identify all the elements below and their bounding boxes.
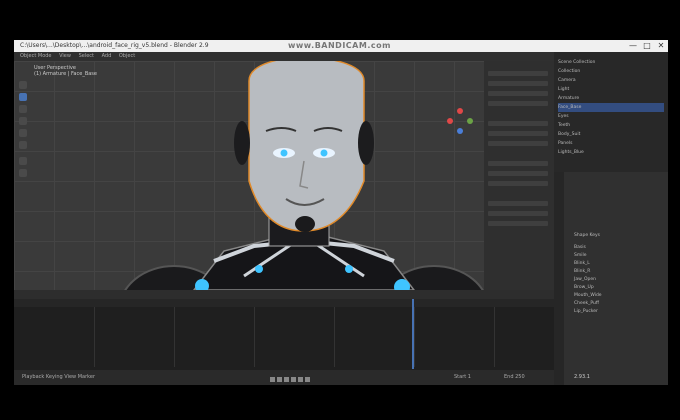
- menu-object[interactable]: Object: [119, 52, 135, 61]
- sidebar-field[interactable]: [488, 101, 548, 106]
- outliner-item[interactable]: Camera: [558, 76, 664, 85]
- start-frame[interactable]: Start 1: [454, 370, 471, 385]
- sidebar-field[interactable]: [488, 91, 548, 96]
- sidebar-field[interactable]: [488, 81, 548, 86]
- maximize-button[interactable]: □: [640, 40, 654, 52]
- timeline-gridline: [254, 307, 255, 367]
- shape-key-row[interactable]: Lip_Pucker: [574, 308, 664, 316]
- playback-controls: Playback Keying View Marker Start 1 End …: [14, 370, 554, 385]
- menu-object-mode[interactable]: Object Mode: [20, 52, 52, 61]
- sidebar-field[interactable]: [488, 221, 548, 226]
- status-bar: 2.93.1: [554, 370, 668, 385]
- shape-key-row[interactable]: Blink_R: [574, 268, 664, 276]
- sidebar-field[interactable]: [488, 181, 548, 186]
- shape-key-row[interactable]: Basis: [574, 244, 664, 252]
- screen: C:\Users\...\Desktop\...\android_face_ri…: [14, 40, 668, 385]
- outliner-item[interactable]: Armature: [558, 94, 664, 103]
- outliner-item[interactable]: Body_Suit: [558, 130, 664, 139]
- outliner-item[interactable]: Scene Collection: [558, 58, 664, 67]
- menu-select[interactable]: Select: [79, 52, 94, 61]
- menu-view[interactable]: View: [59, 52, 71, 61]
- properties-panel: Shape Keys Basis Smile Blink_L Blink_R J…: [554, 172, 668, 385]
- shape-key-header: Shape Keys: [574, 233, 601, 238]
- window-titlebar: C:\Users\...\Desktop\...\android_face_ri…: [14, 40, 668, 52]
- outliner-item[interactable]: Collection: [558, 67, 664, 76]
- window-title: C:\Users\...\Desktop\...\android_face_ri…: [20, 42, 209, 49]
- sidebar-field[interactable]: [488, 211, 548, 216]
- sidebar-field[interactable]: [488, 71, 548, 76]
- outliner-panel: Scene Collection Collection Camera Light…: [554, 52, 668, 172]
- shape-key-row[interactable]: Brow_Up: [574, 284, 664, 292]
- robot-model: [124, 61, 484, 290]
- timeline-gridline: [94, 307, 95, 367]
- sidebar-field[interactable]: [488, 161, 548, 166]
- timeline-ruler[interactable]: [14, 299, 554, 307]
- 3d-viewport[interactable]: User Perspective (1) Armature | Face_Bas…: [14, 61, 554, 290]
- outliner-item[interactable]: Light: [558, 85, 664, 94]
- shape-key-row[interactable]: Blink_L: [574, 260, 664, 268]
- timeline-gridline: [334, 307, 335, 367]
- timeline-gridline: [494, 307, 495, 367]
- timeline-gridline: [414, 307, 415, 367]
- recording-watermark: www.BANDICAM.com: [288, 41, 391, 50]
- playback-menu[interactable]: Playback Keying View Marker: [22, 374, 95, 380]
- end-frame[interactable]: End 250: [504, 370, 525, 385]
- shape-key-row[interactable]: Mouth_Wide: [574, 292, 664, 300]
- timeline-gridline: [174, 307, 175, 367]
- close-button[interactable]: ✕: [654, 40, 668, 52]
- outliner-item[interactable]: Panels: [558, 139, 664, 148]
- sidebar-field[interactable]: [488, 141, 548, 146]
- timeline-panel[interactable]: Playback Keying View Marker Start 1 End …: [14, 290, 554, 385]
- timeline-header: [14, 290, 554, 299]
- transport-buttons[interactable]: [270, 374, 312, 382]
- sidebar-field[interactable]: [488, 121, 548, 126]
- sidebar-field[interactable]: [488, 131, 548, 136]
- sidebar-field[interactable]: [488, 201, 548, 206]
- viewport-menubar: Object Mode View Select Add Object: [14, 52, 554, 61]
- version-label: 2.93.1: [574, 374, 590, 380]
- properties-tabs[interactable]: [554, 172, 564, 385]
- outliner-item[interactable]: Teeth: [558, 121, 664, 130]
- outliner-item[interactable]: Lights_Blue: [558, 148, 664, 157]
- shape-key-row[interactable]: Smile: [574, 252, 664, 260]
- timeline-playhead[interactable]: [412, 299, 414, 369]
- shape-key-row[interactable]: Cheek_Puff: [574, 300, 664, 308]
- sidebar-field[interactable]: [488, 171, 548, 176]
- minimize-button[interactable]: —: [626, 40, 640, 52]
- menu-add[interactable]: Add: [102, 52, 112, 61]
- outliner-item-selected[interactable]: Face_Base: [558, 103, 664, 112]
- viewport-sidebar: [484, 61, 554, 290]
- shape-key-row[interactable]: Jaw_Open: [574, 276, 664, 284]
- outliner-item[interactable]: Eyes: [558, 112, 664, 121]
